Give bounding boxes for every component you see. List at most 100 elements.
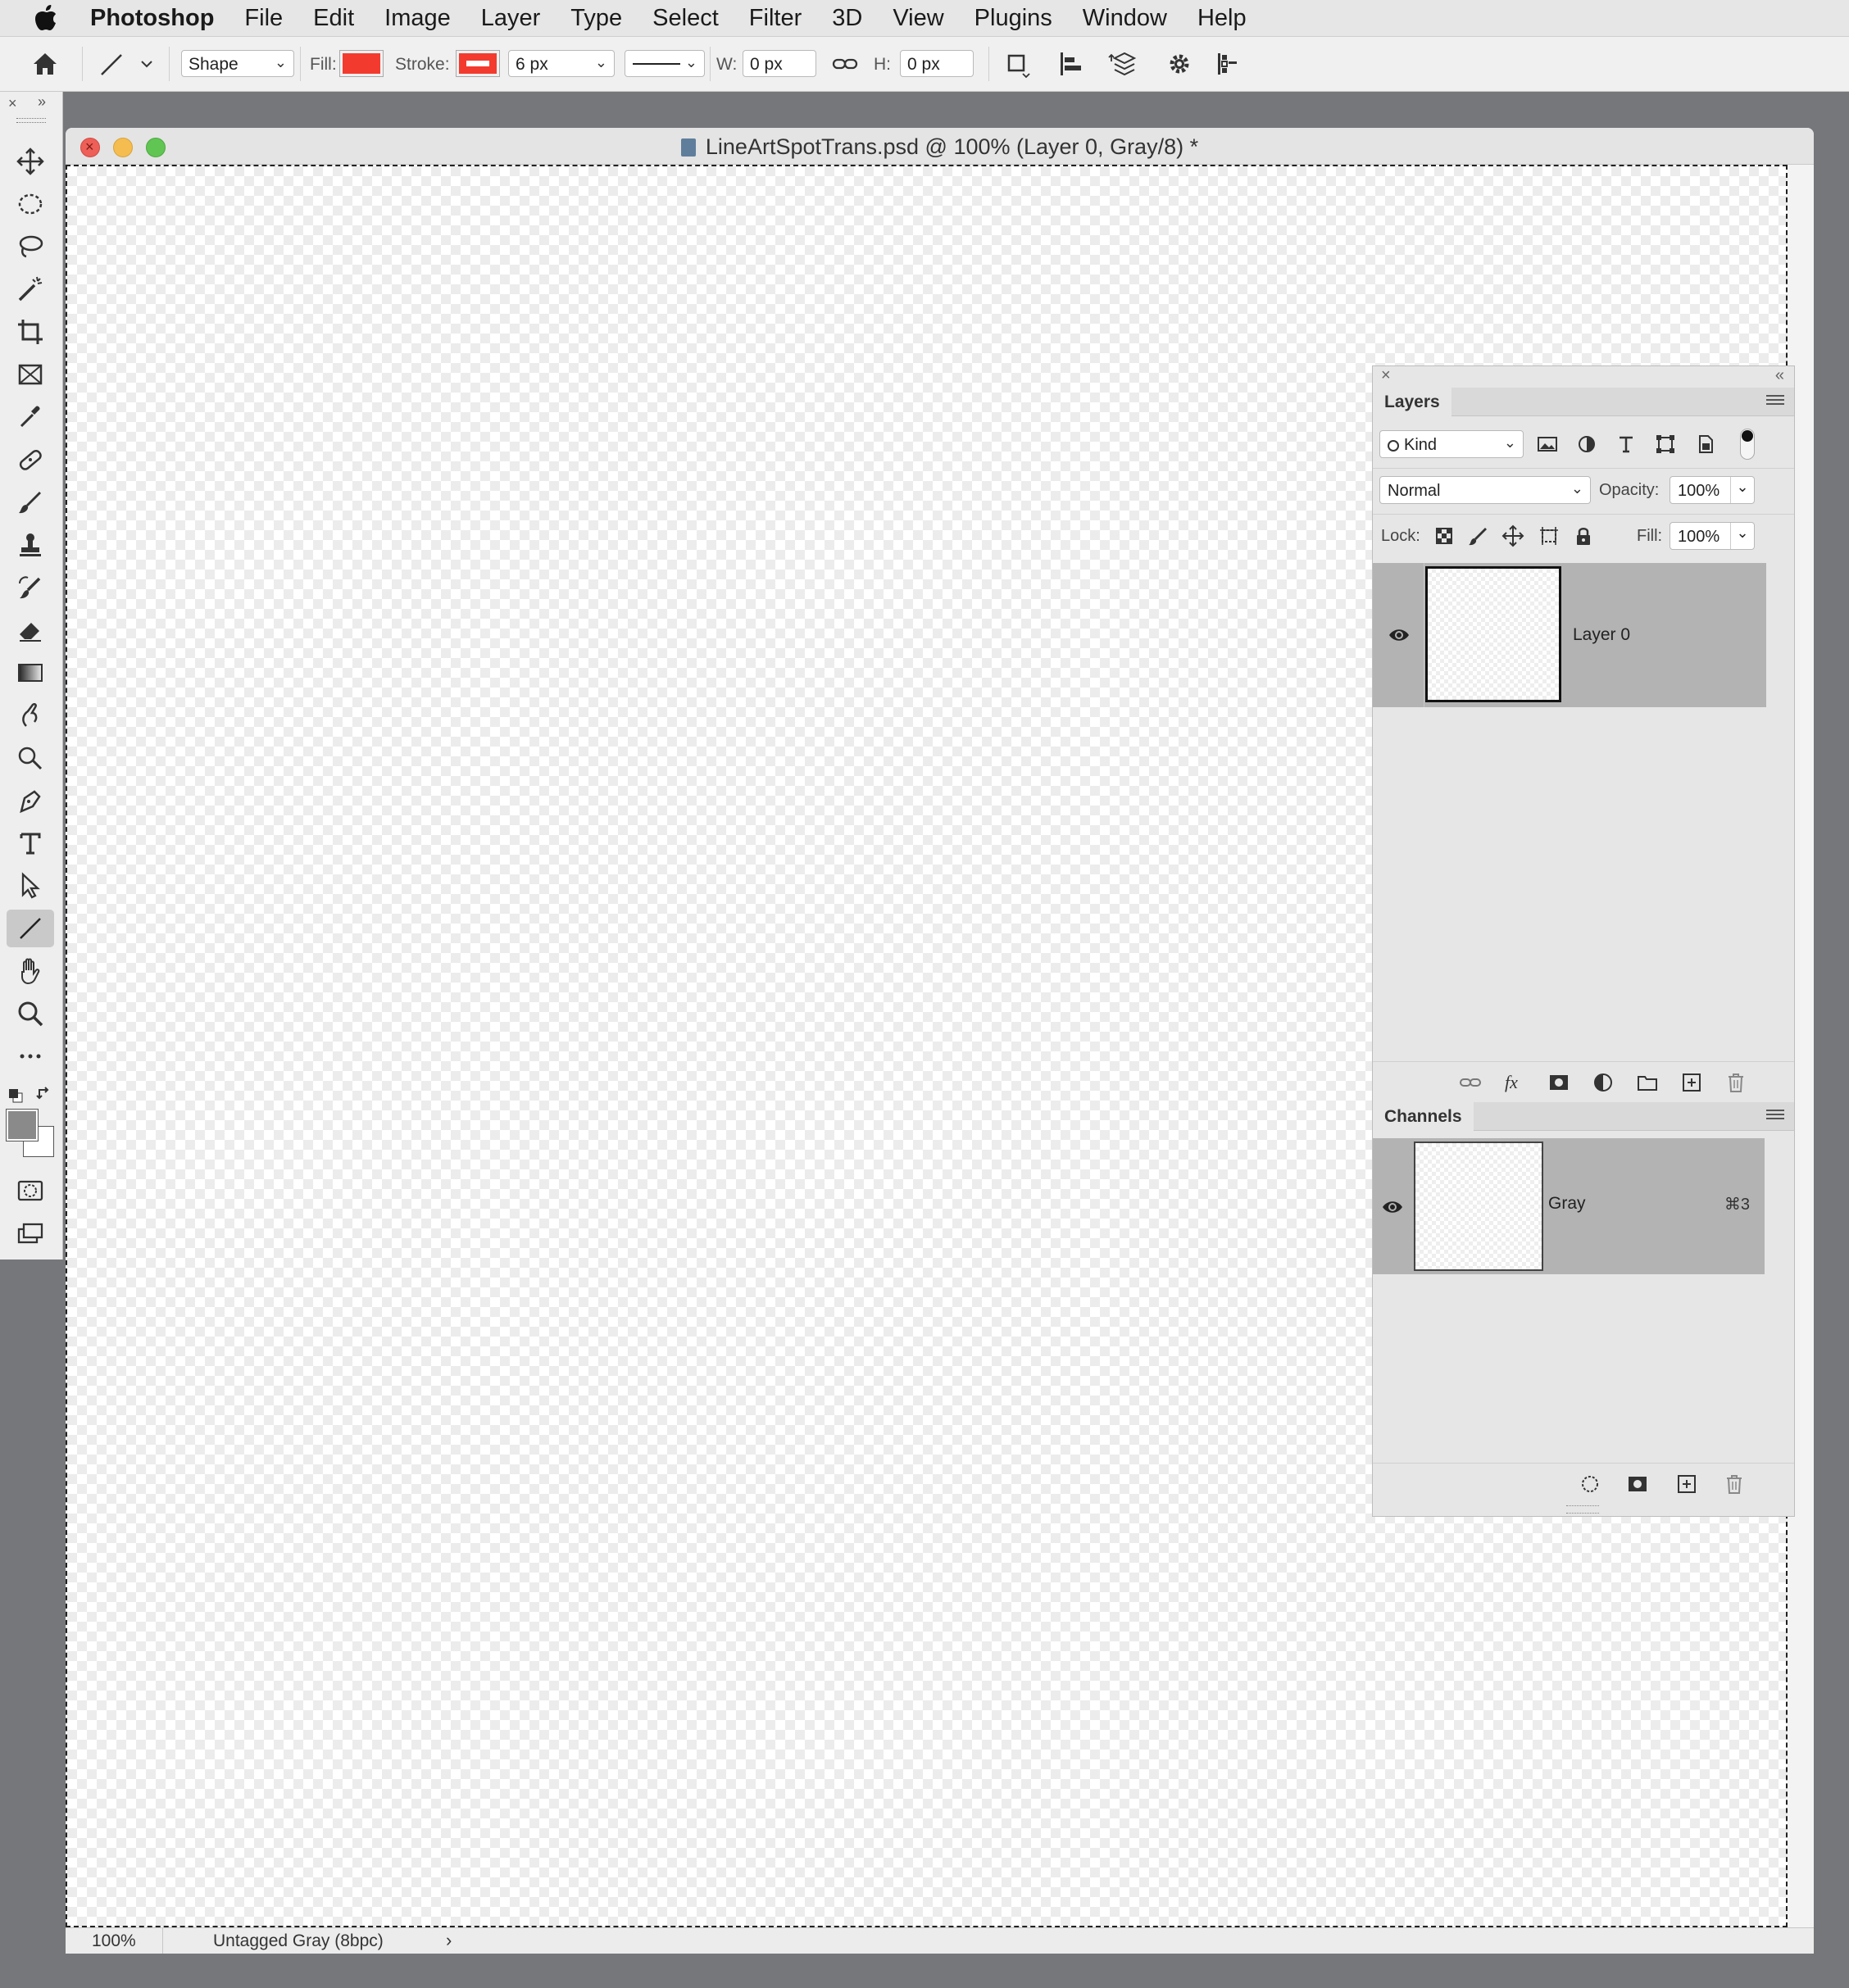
- line-tool-preset-icon[interactable]: [97, 48, 128, 79]
- channel-name[interactable]: Gray: [1548, 1194, 1586, 1214]
- brush-tool[interactable]: [7, 483, 54, 521]
- path-arrangement-icon[interactable]: [1108, 48, 1139, 79]
- new-layer-icon[interactable]: [1679, 1070, 1704, 1095]
- screen-mode[interactable]: [7, 1214, 54, 1252]
- layer-row[interactable]: Layer 0: [1373, 563, 1766, 707]
- shape-filter-icon[interactable]: [1653, 432, 1678, 456]
- type-tool[interactable]: [7, 824, 54, 862]
- adjustment-layer-icon[interactable]: [1591, 1070, 1615, 1095]
- trash-icon[interactable]: [1722, 1472, 1747, 1496]
- stroke-color-swatch[interactable]: [456, 50, 500, 77]
- align-edges-icon[interactable]: [1213, 48, 1244, 79]
- history-brush-tool[interactable]: [7, 569, 54, 606]
- menu-edit[interactable]: Edit: [313, 5, 354, 32]
- layer-name[interactable]: Layer 0: [1573, 625, 1630, 645]
- path-alignment-icon[interactable]: [1056, 48, 1087, 79]
- eyedropper-tool[interactable]: [7, 398, 54, 436]
- lock-position-icon[interactable]: [1501, 524, 1525, 548]
- lock-artboard-icon[interactable]: [1537, 524, 1561, 548]
- lasso-tool[interactable]: [7, 228, 54, 266]
- load-channel-selection-icon[interactable]: [1578, 1472, 1602, 1496]
- eye-icon[interactable]: [1381, 1196, 1404, 1219]
- stroke-width-field[interactable]: 6 px ⌄: [508, 50, 615, 77]
- path-operations-icon[interactable]: [1002, 48, 1033, 79]
- stroke-type-select[interactable]: ⌄: [625, 50, 705, 77]
- fx-icon[interactable]: fx: [1502, 1070, 1527, 1095]
- new-channel-icon[interactable]: [1674, 1472, 1699, 1496]
- pixel-layer-filter-icon[interactable]: [1535, 432, 1560, 456]
- fill-color-swatch[interactable]: [339, 50, 384, 77]
- eraser-tool[interactable]: [7, 611, 54, 649]
- chevron-down-icon[interactable]: ⌄: [1730, 477, 1754, 503]
- menu-app-name[interactable]: Photoshop: [90, 5, 214, 32]
- lock-image-pixels-icon[interactable]: [1466, 524, 1491, 548]
- clone-stamp-tool[interactable]: [7, 526, 54, 564]
- move-tool[interactable]: [7, 143, 54, 180]
- magic-wand-tool[interactable]: [7, 270, 54, 308]
- menu-help[interactable]: Help: [1197, 5, 1247, 32]
- channel-row[interactable]: Gray ⌘3: [1373, 1138, 1765, 1274]
- more-tools[interactable]: [7, 1037, 54, 1075]
- blend-mode-select[interactable]: Normal ⌄: [1379, 476, 1591, 504]
- quick-mask-mode[interactable]: [7, 1172, 54, 1210]
- default-colors-icon[interactable]: [8, 1088, 23, 1103]
- menu-view[interactable]: View: [893, 5, 943, 32]
- type-filter-icon[interactable]: [1614, 432, 1638, 456]
- toolbox-grip[interactable]: [16, 118, 46, 123]
- layer-filter-select[interactable]: Kind ⌄: [1379, 430, 1524, 458]
- chevron-down-icon[interactable]: [136, 48, 157, 79]
- smart-object-filter-icon[interactable]: [1692, 432, 1717, 456]
- menu-image[interactable]: Image: [384, 5, 451, 32]
- width-field[interactable]: 0 px: [743, 50, 816, 77]
- eye-icon[interactable]: [1388, 624, 1411, 647]
- collapse-icon[interactable]: »: [38, 93, 46, 111]
- blur-tool[interactable]: [7, 697, 54, 734]
- lock-transparent-pixels-icon[interactable]: [1432, 524, 1456, 548]
- chevron-right-icon[interactable]: ›: [446, 1930, 452, 1951]
- foreground-color-swatch[interactable]: [6, 1109, 39, 1142]
- close-icon[interactable]: ×: [8, 95, 17, 112]
- folder-icon[interactable]: [1635, 1070, 1660, 1095]
- link-layers-icon[interactable]: [1458, 1070, 1483, 1095]
- menu-layer[interactable]: Layer: [481, 5, 541, 32]
- apple-icon[interactable]: [34, 5, 57, 31]
- fill-field[interactable]: 100% ⌄: [1670, 522, 1755, 550]
- swap-colors-icon[interactable]: [36, 1087, 54, 1105]
- elliptical-marquee-tool[interactable]: [7, 185, 54, 223]
- panel-menu-icon[interactable]: [1766, 393, 1784, 407]
- collapse-panel-icon[interactable]: «: [1775, 366, 1784, 385]
- dodge-tool[interactable]: [7, 739, 54, 777]
- close-icon[interactable]: ×: [1381, 366, 1391, 385]
- healing-brush-tool[interactable]: [7, 441, 54, 479]
- menu-3d[interactable]: 3D: [832, 5, 862, 32]
- panel-menu-icon[interactable]: [1766, 1107, 1784, 1122]
- path-selection-tool[interactable]: [7, 867, 54, 905]
- filter-toggle[interactable]: [1740, 429, 1755, 460]
- menu-plugins[interactable]: Plugins: [974, 5, 1052, 32]
- zoom-tool[interactable]: [7, 995, 54, 1033]
- hand-tool[interactable]: [7, 952, 54, 990]
- crop-tool[interactable]: [7, 313, 54, 351]
- home-icon[interactable]: [30, 48, 61, 79]
- menu-window[interactable]: Window: [1083, 5, 1167, 32]
- frame-tool[interactable]: [7, 356, 54, 393]
- menu-filter[interactable]: Filter: [749, 5, 802, 32]
- tool-mode-select[interactable]: Shape ⌄: [181, 50, 294, 77]
- height-field[interactable]: 0 px: [900, 50, 974, 77]
- pen-tool[interactable]: [7, 782, 54, 819]
- tab-channels[interactable]: Channels: [1373, 1102, 1474, 1132]
- adjustment-filter-icon[interactable]: [1574, 432, 1599, 456]
- zoom-level[interactable]: 100%: [92, 1931, 136, 1951]
- layers-scrollbar[interactable]: [1768, 563, 1792, 1055]
- line-tool[interactable]: [7, 910, 54, 947]
- lock-all-icon[interactable]: [1571, 524, 1596, 548]
- gradient-tool[interactable]: [7, 654, 54, 692]
- menu-type[interactable]: Type: [570, 5, 622, 32]
- menu-file[interactable]: File: [244, 5, 283, 32]
- opacity-field[interactable]: 100% ⌄: [1670, 476, 1755, 504]
- save-selection-channel-icon[interactable]: [1625, 1472, 1650, 1496]
- tab-layers[interactable]: Layers: [1373, 388, 1451, 417]
- trash-icon[interactable]: [1724, 1070, 1748, 1095]
- link-icon[interactable]: [829, 48, 861, 79]
- panel-resize-grip[interactable]: [1566, 1505, 1599, 1514]
